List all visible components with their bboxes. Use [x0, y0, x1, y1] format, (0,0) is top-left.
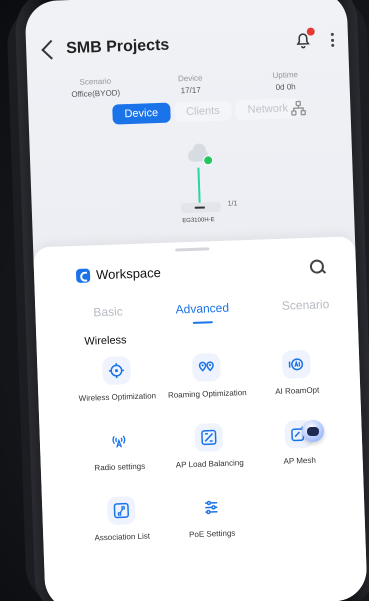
- search-icon[interactable]: [309, 259, 325, 274]
- view-switcher: Device Clients Network: [112, 98, 301, 125]
- stat-label: Uptime: [272, 70, 299, 80]
- ai-roamopt-icon: [281, 349, 311, 379]
- wireless-optimization-glyph: [108, 363, 124, 379]
- stat-device: Device 17/17: [150, 72, 231, 96]
- port-count: 1/1: [227, 200, 238, 208]
- tab-scenario[interactable]: Scenario: [282, 297, 330, 321]
- topology-icon[interactable]: [290, 100, 307, 117]
- ap-load-balancing-icon: [194, 422, 224, 452]
- tile-ap-load-balancing[interactable]: AP Load Balancing: [163, 422, 255, 481]
- stat-value: 17/17: [180, 85, 201, 96]
- notification-bell-icon[interactable]: [294, 27, 315, 51]
- association-list-icon: [106, 496, 136, 526]
- uplink-line: [197, 167, 201, 204]
- tile-radio-settings[interactable]: Radio settings: [73, 425, 165, 484]
- more-dot: [330, 43, 334, 47]
- tile-label: Radio settings: [94, 461, 146, 473]
- more-dot: [330, 38, 334, 42]
- tile-label: AI RoamOpt: [275, 385, 320, 397]
- device-port: [194, 206, 205, 209]
- tab-basic[interactable]: Basic: [93, 304, 123, 327]
- tile-association-list[interactable]: Association List: [76, 495, 168, 554]
- tile-label: PoE Settings: [188, 528, 236, 540]
- sheet-grabber[interactable]: [175, 247, 210, 252]
- radio-settings-glyph: [112, 435, 126, 448]
- phone-body: SMB Projects Scenario Office(BYOD) Devic…: [14, 0, 369, 601]
- tab-device[interactable]: Device: [112, 102, 171, 125]
- stat-value: 0d 0h: [275, 82, 296, 92]
- tab-advanced[interactable]: Advanced: [175, 301, 229, 325]
- tile-poe-settings[interactable]: PoE Settings: [166, 492, 258, 551]
- tile-label: Association List: [94, 531, 151, 543]
- tile-label: AP Load Balancing: [175, 458, 244, 470]
- stat-uptime: Uptime 0d 0h: [245, 69, 326, 93]
- device-name: EG3100H-E: [182, 217, 215, 225]
- tile-label: AP Mesh: [283, 455, 317, 466]
- top-actions: [294, 27, 335, 51]
- stat-scenario: Scenario Office(BYOD): [55, 76, 136, 100]
- feature-grid: Wireless Optimization Roaming Optimizati…: [71, 349, 348, 554]
- ai-roamopt-glyph: [288, 358, 304, 371]
- photo-scene: SMB Projects Scenario Office(BYOD) Devic…: [0, 0, 369, 601]
- tab-clients[interactable]: Clients: [173, 100, 233, 123]
- roaming-optimization-glyph: [198, 361, 214, 372]
- poe-settings-glyph: [205, 500, 218, 515]
- tile-ap-mesh[interactable]: AP Mesh: [253, 419, 345, 478]
- association-list-glyph: [113, 502, 129, 519]
- online-status-dot: [202, 155, 214, 166]
- top-bar: SMB Projects: [41, 25, 335, 65]
- ai-assistant-face: [307, 427, 319, 436]
- more-options-icon[interactable]: [330, 32, 334, 47]
- radio-settings-icon: [104, 426, 133, 455]
- back-chevron-icon[interactable]: [41, 39, 62, 60]
- roaming-optimization-icon: [191, 353, 221, 382]
- tile-wireless-optimization[interactable]: Wireless Optimization: [71, 355, 163, 414]
- gateway-device-icon[interactable]: [180, 201, 221, 214]
- internet-cloud-icon[interactable]: [185, 143, 214, 166]
- workspace-header: Workspace: [75, 265, 162, 283]
- section-title: Wireless: [84, 334, 127, 348]
- more-dot: [330, 32, 334, 36]
- tile-label: Roaming Optimization: [167, 388, 247, 400]
- workspace-title: Workspace: [95, 265, 162, 283]
- tile-ai-roamopt[interactable]: AI RoamOpt: [251, 349, 343, 408]
- stat-label: Device: [177, 73, 203, 84]
- stat-value: Office(BYOD): [71, 88, 121, 100]
- workspace-sheet: Workspace Basic Advanced Scenario Wirele…: [33, 236, 368, 601]
- poe-settings-icon: [197, 493, 226, 522]
- tile-roaming-optimization[interactable]: Roaming Optimization: [161, 352, 253, 411]
- ap-load-balancing-glyph: [201, 429, 217, 446]
- workspace-logo-icon: [75, 267, 91, 283]
- ai-assistant-bubble-icon[interactable]: [302, 420, 324, 442]
- workspace-tabs: Basic Advanced Scenario: [93, 297, 330, 327]
- wireless-optimization-icon: [101, 356, 131, 386]
- page-title: SMB Projects: [65, 36, 170, 58]
- tile-label: Wireless Optimization: [78, 391, 157, 403]
- phone-screen: SMB Projects Scenario Office(BYOD) Devic…: [24, 0, 368, 601]
- notification-badge: [306, 27, 315, 36]
- project-stats: Scenario Office(BYOD) Device 17/17 Uptim…: [55, 69, 326, 99]
- stat-label: Scenario: [79, 76, 112, 87]
